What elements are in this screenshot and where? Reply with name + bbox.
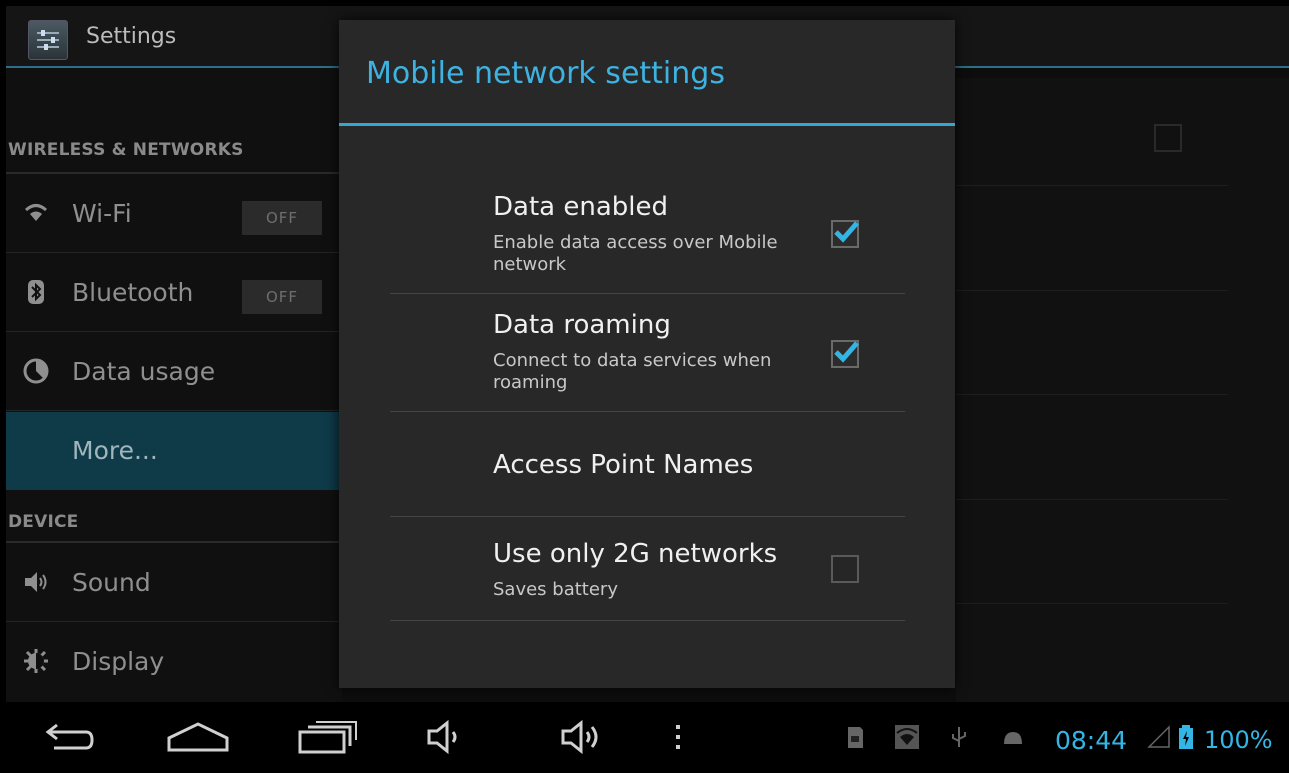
checkmark-icon xyxy=(834,221,859,243)
settings-item-label: Wi-Fi xyxy=(72,199,132,228)
speaker-icon xyxy=(22,568,50,596)
pref-title: Access Point Names xyxy=(493,450,754,480)
mobile-network-dialog: Mobile network settings Data enabled Ena… xyxy=(339,20,955,688)
settings-item-bluetooth[interactable]: Bluetooth OFF xyxy=(6,254,342,332)
settings-item-more[interactable]: More... xyxy=(6,412,342,490)
checkmark-icon xyxy=(834,341,859,363)
list-divider xyxy=(956,499,1228,500)
section-header-device: DEVICE xyxy=(8,512,79,532)
battery-percentage: 100% xyxy=(1204,726,1273,754)
display-icon xyxy=(22,647,50,675)
list-divider xyxy=(6,621,342,622)
wifi-status-icon xyxy=(894,724,920,750)
clock: 08:44 xyxy=(1055,726,1128,755)
list-divider xyxy=(956,394,1228,395)
pref-summary: Saves battery xyxy=(493,579,618,600)
sd-card-icon xyxy=(842,724,868,750)
pref-divider xyxy=(390,620,905,621)
list-divider xyxy=(6,252,342,253)
pref-use-only-2g[interactable]: Use only 2G networks Saves battery xyxy=(390,517,905,621)
volume-down-icon[interactable] xyxy=(426,720,466,754)
settings-item-label: Sound xyxy=(72,568,151,597)
section-divider xyxy=(6,172,342,174)
pref-title: Use only 2G networks xyxy=(493,539,778,569)
list-divider xyxy=(6,410,342,411)
recent-apps-icon[interactable] xyxy=(296,720,360,754)
pref-access-point-names[interactable]: Access Point Names xyxy=(390,412,905,517)
pref-summary: Connect to data services when roaming xyxy=(493,350,772,393)
bluetooth-toggle[interactable]: OFF xyxy=(242,280,322,314)
pref-title: Data roaming xyxy=(493,310,671,340)
dialog-title-divider xyxy=(339,123,955,126)
wifi-icon xyxy=(22,199,50,227)
list-divider xyxy=(956,603,1228,604)
settings-item-sound[interactable]: Sound xyxy=(6,544,342,622)
settings-app-icon[interactable] xyxy=(28,20,68,60)
section-header-wireless: WIRELESS & NETWORKS xyxy=(8,140,244,160)
data-enabled-checkbox[interactable] xyxy=(831,220,859,248)
settings-item-label: Data usage xyxy=(72,357,216,386)
back-icon[interactable] xyxy=(40,720,96,754)
settings-item-data-usage[interactable]: Data usage xyxy=(6,333,342,411)
list-divider xyxy=(956,290,1228,291)
app-title: Settings xyxy=(86,24,177,49)
data-roaming-checkbox[interactable] xyxy=(831,340,859,368)
background-checkbox xyxy=(1154,124,1182,152)
data-usage-icon xyxy=(22,357,50,385)
system-bar: 08:44 100% xyxy=(0,702,1289,773)
use-2g-checkbox[interactable] xyxy=(831,555,859,583)
usb-icon xyxy=(946,724,972,750)
list-divider xyxy=(6,331,342,332)
settings-item-label: More... xyxy=(72,436,158,465)
bluetooth-icon xyxy=(22,278,50,306)
section-divider xyxy=(6,541,342,543)
list-divider xyxy=(956,185,1228,186)
settings-list: WIRELESS & NETWORKS Wi-Fi OFF Bluetooth xyxy=(6,68,342,702)
volume-up-icon[interactable] xyxy=(560,720,606,754)
pref-summary: Enable data access over Mobile network xyxy=(493,232,778,275)
settings-item-wifi[interactable]: Wi-Fi OFF xyxy=(6,175,342,253)
settings-item-label: Bluetooth xyxy=(72,278,194,307)
home-icon[interactable] xyxy=(165,720,231,754)
dialog-title: Mobile network settings xyxy=(366,56,725,91)
pref-data-roaming[interactable]: Data roaming Connect to data services wh… xyxy=(390,294,905,412)
android-debug-icon xyxy=(1000,724,1026,750)
detail-panel xyxy=(956,78,1289,702)
settings-item-label: Display xyxy=(72,647,165,676)
signal-icon xyxy=(1147,724,1173,750)
pref-data-enabled[interactable]: Data enabled Enable data access over Mob… xyxy=(390,186,905,294)
battery-icon xyxy=(1177,724,1197,750)
wifi-toggle[interactable]: OFF xyxy=(242,201,322,235)
pref-title: Data enabled xyxy=(493,192,668,222)
settings-item-display[interactable]: Display xyxy=(6,623,342,701)
menu-icon[interactable] xyxy=(672,720,684,754)
